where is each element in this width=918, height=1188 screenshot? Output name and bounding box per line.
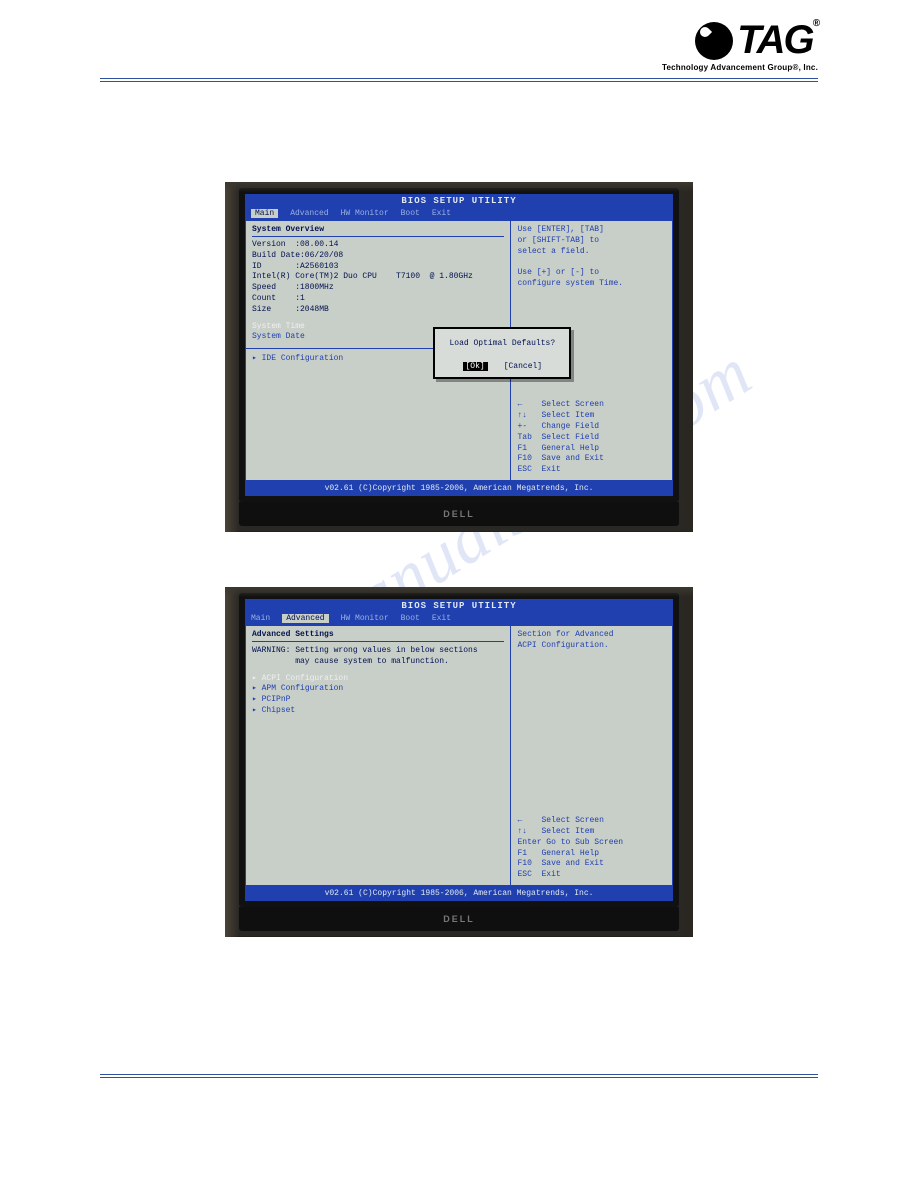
tab-exit[interactable]: Exit <box>432 209 451 218</box>
dialog-ok-button[interactable]: [Ok] <box>463 362 488 371</box>
tab-main[interactable]: Main <box>251 209 278 218</box>
bios-screen-1: BIOS SETUP UTILITY Main Advanced HW Moni… <box>245 194 673 496</box>
section-heading: Advanced Settings <box>252 630 504 642</box>
dialog-cancel-button[interactable]: [Cancel] <box>504 362 542 371</box>
bios-help-panel: Section for Advanced ACPI Configuration.… <box>511 626 672 885</box>
footer-rule <box>100 1074 818 1078</box>
tab-boot[interactable]: Boot <box>401 209 420 218</box>
tab-advanced[interactable]: Advanced <box>290 209 328 218</box>
link-chipset[interactable]: ▸ Chipset <box>252 706 504 717</box>
document-page: TAG® Technology Advancement Group®, Inc.… <box>0 0 918 1188</box>
info-size: Size :2048MB <box>252 305 504 316</box>
bios-footer: v02.61 (C)Copyright 1985-2006, American … <box>245 481 673 496</box>
help-description: Use [ENTER], [TAB] or [SHIFT-TAB] to sel… <box>517 225 666 290</box>
info-speed: Speed :1800MHz <box>252 283 504 294</box>
tab-advanced[interactable]: Advanced <box>282 614 328 623</box>
help-description: Section for Advanced ACPI Configuration. <box>517 630 666 652</box>
monitor-photo-1: BIOS SETUP UTILITY Main Advanced HW Moni… <box>225 182 693 532</box>
logo-subtitle: Technology Advancement Group®, Inc. <box>662 63 818 72</box>
tab-boot[interactable]: Boot <box>401 614 420 623</box>
bios-screen-2: BIOS SETUP UTILITY Main Advanced HW Moni… <box>245 599 673 901</box>
link-acpi-config[interactable]: ▸ ACPI Configuration <box>252 674 504 685</box>
tab-hwmonitor[interactable]: HW Monitor <box>341 209 389 218</box>
tag-logo: TAG® Technology Advancement Group®, Inc. <box>662 18 818 72</box>
info-version: Version :08.00.14 <box>252 240 504 251</box>
tab-exit[interactable]: Exit <box>432 614 451 623</box>
tab-hwmonitor[interactable]: HW Monitor <box>341 614 389 623</box>
link-apm-config[interactable]: ▸ APM Configuration <box>252 684 504 695</box>
load-defaults-dialog: Load Optimal Defaults? [Ok] [Cancel] <box>433 327 571 379</box>
info-cpu: Intel(R) Core(TM)2 Duo CPU T7100 @ 1.80G… <box>252 272 504 283</box>
bios-title: BIOS SETUP UTILITY <box>245 599 673 613</box>
bios-title: BIOS SETUP UTILITY <box>245 194 673 208</box>
bios-tabs: Main Advanced HW Monitor Boot Exit <box>245 208 673 220</box>
link-pcipnp[interactable]: ▸ PCIPnP <box>252 695 504 706</box>
bios-tabs: Main Advanced HW Monitor Boot Exit <box>245 613 673 625</box>
monitor-brand: DELL <box>239 907 679 931</box>
info-id: ID :A2560103 <box>252 262 504 273</box>
help-keys: ← Select Screen ↑↓ Select Item +- Change… <box>517 400 666 476</box>
info-count: Count :1 <box>252 294 504 305</box>
tab-main[interactable]: Main <box>251 614 270 623</box>
dialog-question: Load Optimal Defaults? <box>435 339 569 348</box>
bios-footer: v02.61 (C)Copyright 1985-2006, American … <box>245 886 673 901</box>
logo-text: TAG® <box>737 18 818 63</box>
bios-left-panel: Advanced Settings WARNING: Setting wrong… <box>246 626 511 885</box>
info-build: Build Date:06/20/08 <box>252 251 504 262</box>
warning-text: WARNING: Setting wrong values in below s… <box>252 646 504 668</box>
help-keys: ← Select Screen ↑↓ Select Item Enter Go … <box>517 816 666 881</box>
monitor-brand: DELL <box>239 502 679 526</box>
header-rule <box>100 78 818 82</box>
monitor-photo-2: BIOS SETUP UTILITY Main Advanced HW Moni… <box>225 587 693 937</box>
figures-container: BIOS SETUP UTILITY Main Advanced HW Moni… <box>100 182 818 937</box>
section-heading: System Overview <box>252 225 504 237</box>
logo-icon <box>695 22 733 60</box>
